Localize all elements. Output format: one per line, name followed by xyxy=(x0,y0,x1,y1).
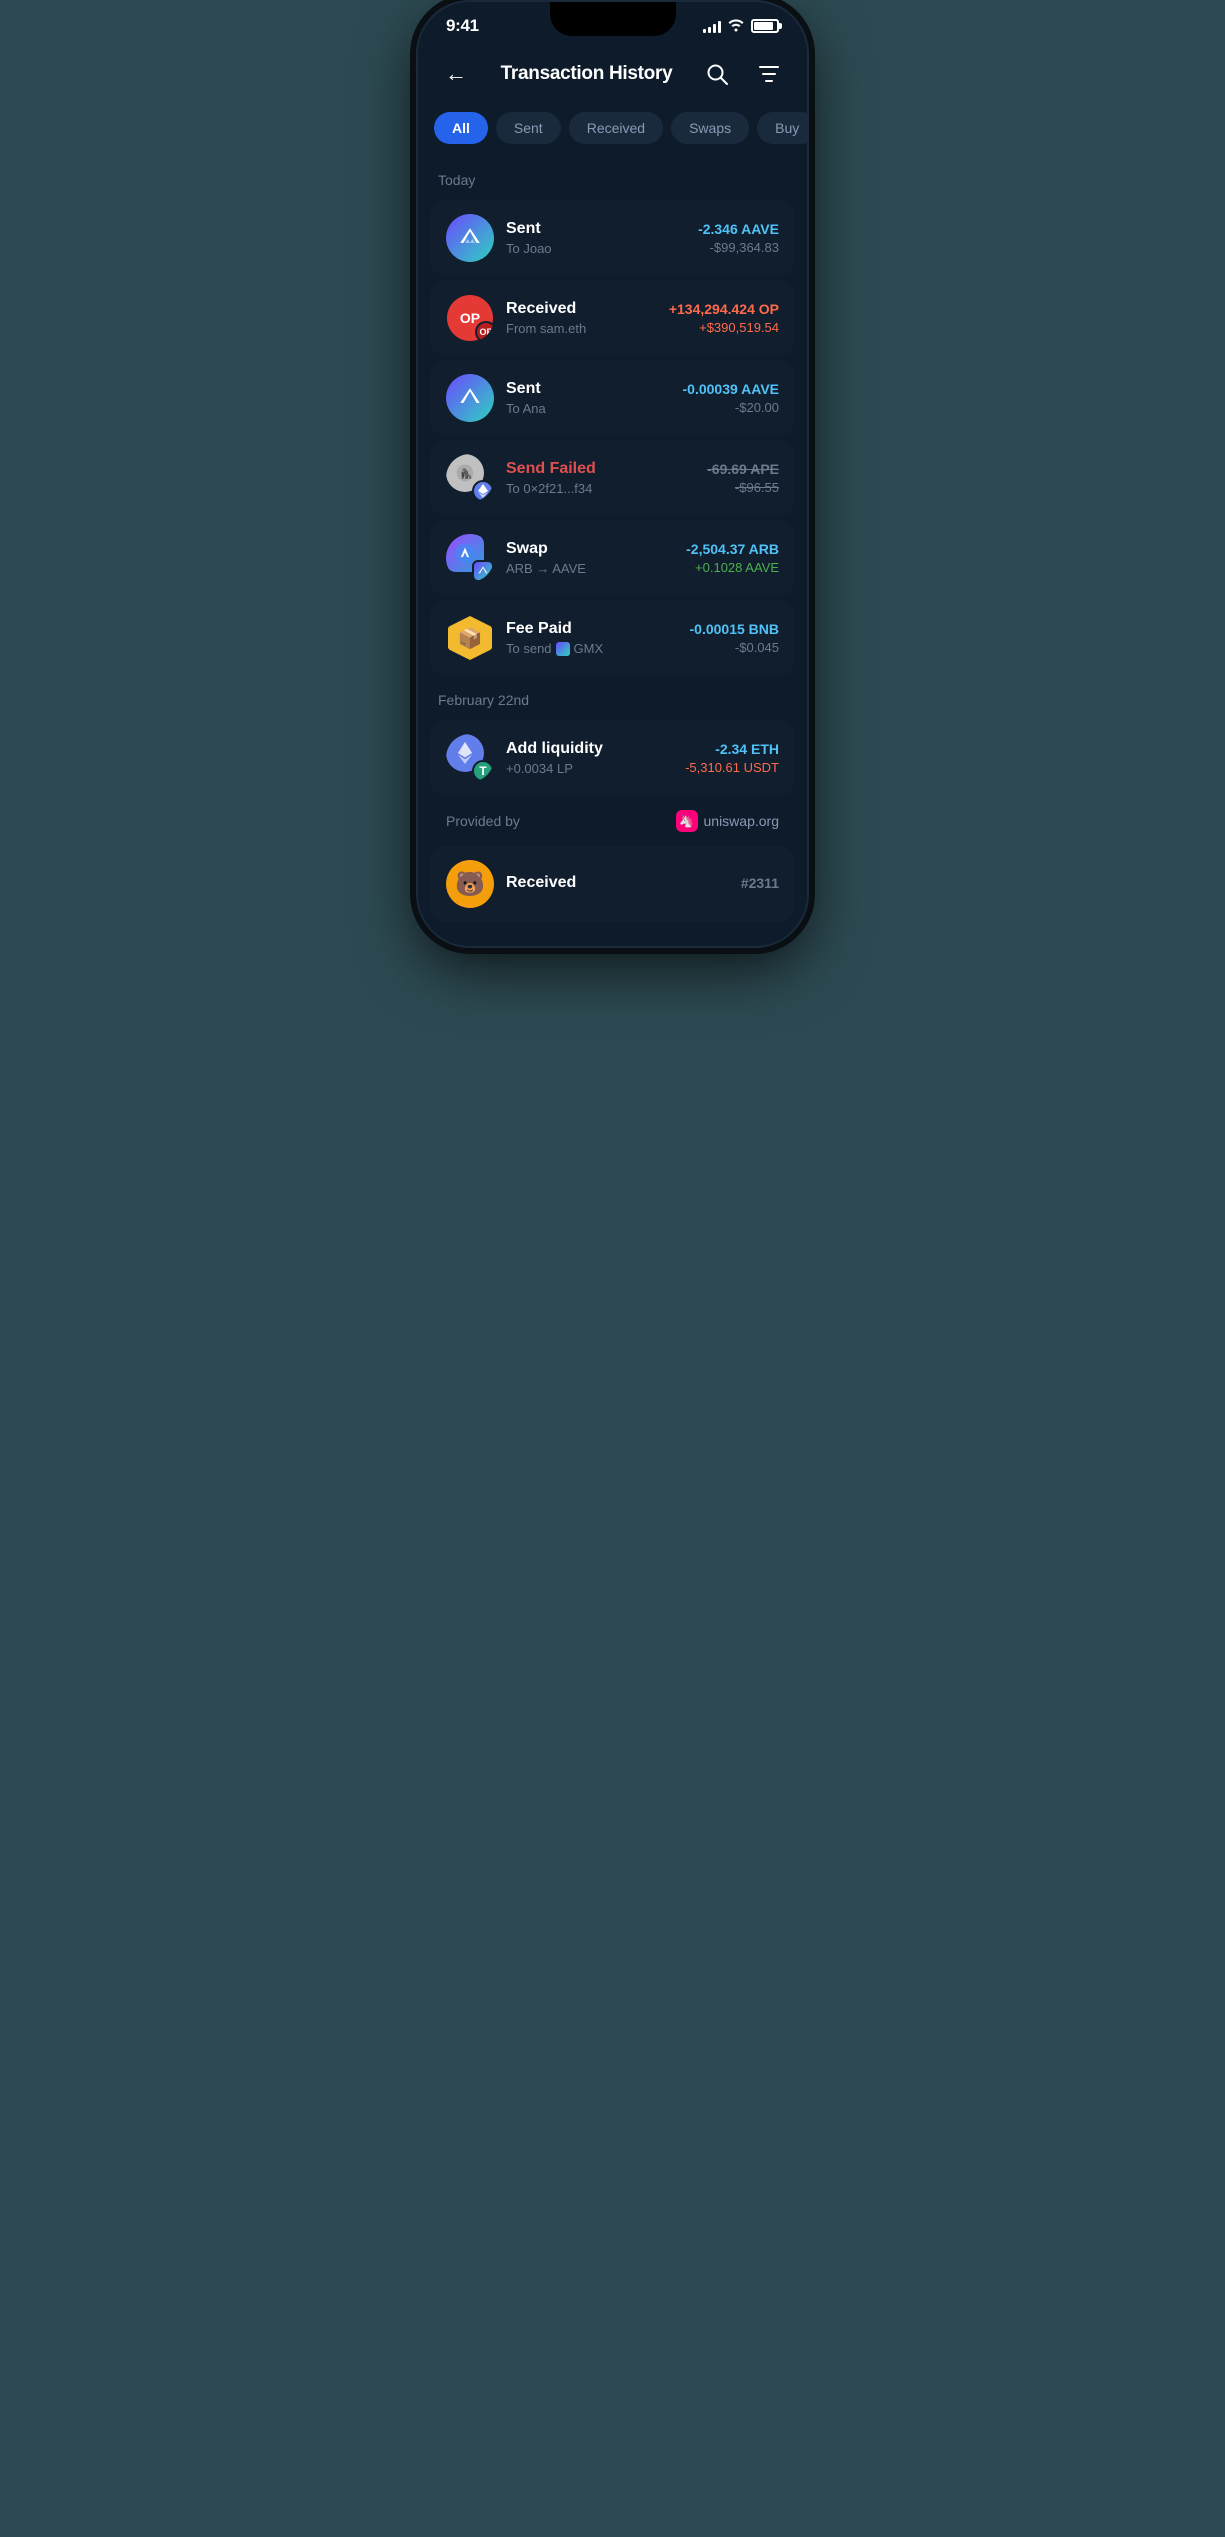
tx-subtitle: ARB → AAVE xyxy=(506,561,674,576)
tab-buy[interactable]: Buy xyxy=(757,112,807,144)
status-time: 9:41 xyxy=(446,16,479,36)
tx-amount-secondary: -$99,364.83 xyxy=(698,240,779,255)
tx-info: Add liquidity +0.0034 LP xyxy=(506,740,673,776)
tx-amount-secondary: -$20.00 xyxy=(683,400,780,415)
tx-info: Swap ARB → AAVE xyxy=(506,540,674,576)
transaction-sent-aave-ana[interactable]: Sent To Ana -0.00039 AAVE -$20.00 xyxy=(430,360,795,436)
tx-title: Sent xyxy=(506,220,686,238)
tx-amount-primary: -69.69 APE xyxy=(707,461,779,477)
tx-info: Sent To Joao xyxy=(506,220,686,256)
tx-title: Add liquidity xyxy=(506,740,673,758)
transaction-sent-aave[interactable]: Sent To Joao -2.346 AAVE -$99,364.83 xyxy=(430,200,795,276)
app-header: ← Transaction History xyxy=(418,44,807,108)
aave-token-icon-2 xyxy=(446,374,494,422)
status-icons xyxy=(703,18,779,35)
tx-amounts: -0.00015 BNB -$0.045 xyxy=(690,621,780,655)
tx-subtitle: +0.0034 LP xyxy=(506,761,673,776)
tx-amount-primary: -2,504.37 ARB xyxy=(686,541,779,557)
tx-amount-primary: -0.00039 AAVE xyxy=(683,381,780,397)
tx-amount-primary: #2311 xyxy=(741,875,779,891)
notch xyxy=(550,2,676,36)
tx-amounts: -69.69 APE -$96.55 xyxy=(707,461,779,495)
swap-token-icon xyxy=(446,534,494,582)
tx-amount-primary: -2.346 AAVE xyxy=(698,221,779,237)
tx-amounts: -0.00039 AAVE -$20.00 xyxy=(683,381,780,415)
op-token-icon: OP OP xyxy=(446,294,494,342)
tx-amount-primary: -2.34 ETH xyxy=(685,741,779,757)
tx-title: Sent xyxy=(506,380,671,398)
tx-title: Received xyxy=(506,300,657,318)
transaction-swap-arb-aave[interactable]: Swap ARB → AAVE -2,504.37 ARB +0.1028 AA… xyxy=(430,520,795,596)
failed-token-icon: 🦍 xyxy=(446,454,494,502)
tab-received[interactable]: Received xyxy=(569,112,663,144)
aave-token-icon xyxy=(446,214,494,262)
tx-info: Send Failed To 0×2f21...f34 xyxy=(506,460,695,496)
transaction-add-liquidity[interactable]: T Add liquidity +0.0034 LP -2.34 ETH -5,… xyxy=(430,720,795,796)
tx-amount-primary: +134,294.424 OP xyxy=(669,301,779,317)
search-icon xyxy=(706,63,728,85)
filter-button[interactable] xyxy=(751,56,787,92)
tx-amount-secondary: -$0.045 xyxy=(690,640,780,655)
tx-amount-secondary: -5,310.61 USDT xyxy=(685,760,779,775)
transaction-send-failed[interactable]: 🦍 Send Failed To 0×2f21...f34 -69.69 APE… xyxy=(430,440,795,516)
tx-amounts: -2,504.37 ARB +0.1028 AAVE xyxy=(686,541,779,575)
tx-subtitle: From sam.eth xyxy=(506,321,657,336)
tx-amount-secondary: +0.1028 AAVE xyxy=(686,560,779,575)
wifi-icon xyxy=(727,18,745,35)
gmx-mini-icon xyxy=(556,642,570,656)
tx-subtitle: To Joao xyxy=(506,241,686,256)
section-label-feb22: February 22nd xyxy=(418,680,807,716)
signal-icon xyxy=(703,19,721,33)
tab-sent[interactable]: Sent xyxy=(496,112,561,144)
tx-amount-secondary: +$390,519.54 xyxy=(669,320,779,335)
tx-info: Received From sam.eth xyxy=(506,300,657,336)
provided-by-value: 🦄 uniswap.org xyxy=(676,810,780,832)
tx-amounts: #2311 xyxy=(741,875,779,894)
transaction-received-op[interactable]: OP OP Received From sam.eth +134,294.424… xyxy=(430,280,795,356)
tab-all[interactable]: All xyxy=(434,112,488,144)
battery-fill xyxy=(754,22,773,30)
liquidity-token-icon: T xyxy=(446,734,494,782)
provider-name: uniswap.org xyxy=(704,813,780,829)
tx-subtitle: To send GMX xyxy=(506,641,678,656)
back-arrow-icon: ← xyxy=(445,61,467,87)
tx-title: Swap xyxy=(506,540,674,558)
tx-amounts: -2.346 AAVE -$99,364.83 xyxy=(698,221,779,255)
svg-text:🦍: 🦍 xyxy=(460,467,472,480)
uniswap-icon: 🦄 xyxy=(676,810,698,832)
tx-amounts: +134,294.424 OP +$390,519.54 xyxy=(669,301,779,335)
search-button[interactable] xyxy=(699,56,735,92)
transaction-received-nft[interactable]: 🐻 Received #2311 xyxy=(430,846,795,922)
provided-by-label: Provided by xyxy=(446,813,520,829)
tx-title: Fee Paid xyxy=(506,620,678,638)
provided-by-row: Provided by 🦄 uniswap.org xyxy=(430,800,795,842)
tx-title: Received xyxy=(506,874,729,892)
tx-subtitle: To 0×2f21...f34 xyxy=(506,481,695,496)
header-actions xyxy=(699,56,787,92)
tx-amount-primary: -0.00015 BNB xyxy=(690,621,780,637)
nft-token-icon: 🐻 xyxy=(446,860,494,908)
back-button[interactable]: ← xyxy=(438,56,474,92)
tx-info: Sent To Ana xyxy=(506,380,671,416)
tx-amounts: -2.34 ETH -5,310.61 USDT xyxy=(685,741,779,775)
transaction-fee-paid-bnb[interactable]: 📦 Fee Paid To send GMX -0.00015 BNB -$0.… xyxy=(430,600,795,676)
bnb-token-icon: 📦 xyxy=(446,614,494,662)
phone-frame: 9:41 ← Transaction History xyxy=(416,0,809,948)
section-label-today: Today xyxy=(418,160,807,196)
tx-title-failed: Send Failed xyxy=(506,460,695,478)
filter-icon xyxy=(758,63,780,85)
tx-info: Fee Paid To send GMX xyxy=(506,620,678,656)
tx-subtitle: To Ana xyxy=(506,401,671,416)
content-area: Today Sent To Joao -2.346 AAVE -$99,364.… xyxy=(418,160,807,946)
page-title: Transaction History xyxy=(501,63,673,85)
battery-icon xyxy=(751,19,779,33)
tx-amount-secondary: -$96.55 xyxy=(707,480,779,495)
tab-swaps[interactable]: Swaps xyxy=(671,112,749,144)
tx-info: Received xyxy=(506,874,729,895)
filter-tabs: All Sent Received Swaps Buy Se... xyxy=(418,108,807,160)
